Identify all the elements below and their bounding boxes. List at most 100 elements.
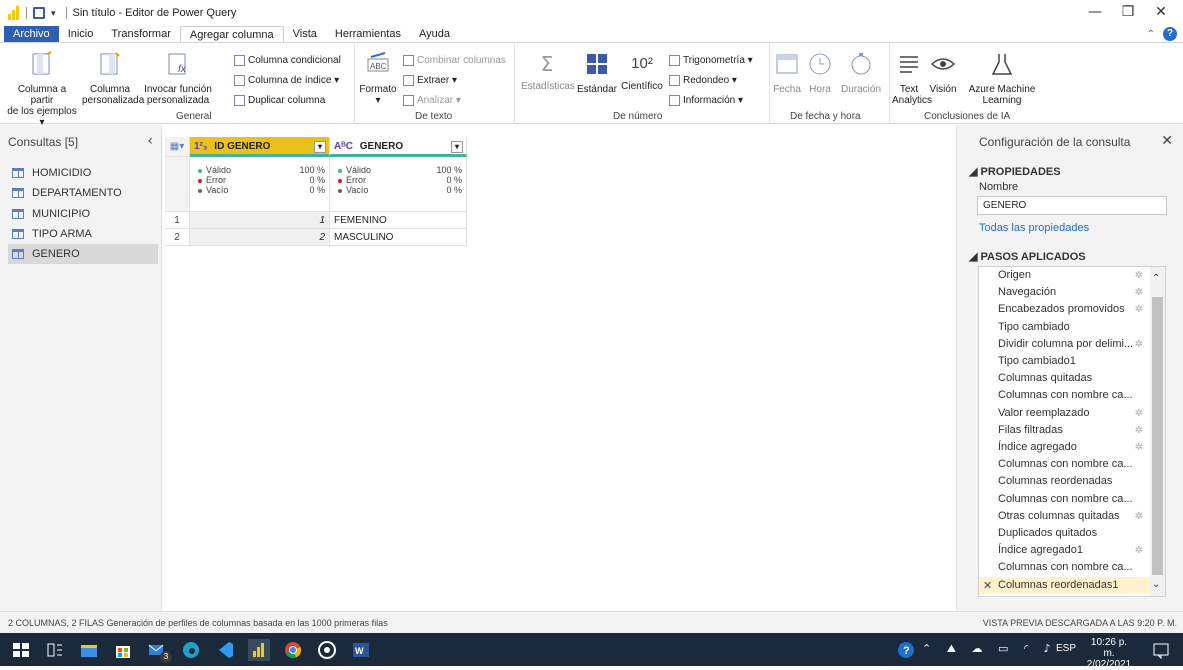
tab-archivo[interactable]: Archivo <box>4 26 59 42</box>
statistics-button[interactable]: Σ Estadísticas <box>521 51 575 92</box>
standard-button[interactable]: Estándar <box>575 51 619 95</box>
invoke-function-button[interactable]: fx Invocar función personalizada <box>142 51 214 106</box>
tab-vista[interactable]: Vista <box>284 26 326 42</box>
whatsapp-icon[interactable] <box>316 639 338 661</box>
tab-transformar[interactable]: Transformar <box>102 26 180 42</box>
number-type-icon[interactable]: 1²₃ <box>194 141 208 152</box>
windows-start-icon[interactable] <box>10 639 32 661</box>
collapse-ribbon-icon[interactable]: ⌃ <box>1147 29 1155 40</box>
query-name-input[interactable]: GENERO <box>977 196 1167 215</box>
step-settings-gear-icon[interactable]: ✲ <box>1135 301 1143 318</box>
applied-step[interactable]: Otras columnas quitadas ✲ <box>979 508 1151 525</box>
applied-step[interactable]: Duplicados quitados <box>979 525 1151 542</box>
store-icon[interactable] <box>112 639 134 661</box>
scroll-down-icon[interactable]: ⌄ <box>1152 579 1160 590</box>
scroll-up-icon[interactable]: ⌃ <box>1152 273 1160 284</box>
filter-dropdown-icon[interactable]: ▾ <box>451 141 463 153</box>
date-button[interactable]: Fecha <box>770 51 804 95</box>
applied-step[interactable]: Tipo cambiado1 <box>979 353 1151 370</box>
applied-step[interactable]: Columnas con nombre ca... <box>979 387 1151 404</box>
step-settings-gear-icon[interactable]: ✲ <box>1135 284 1143 301</box>
scrollbar-thumb[interactable] <box>1152 297 1163 575</box>
scientific-button[interactable]: 10² Científico <box>619 51 665 92</box>
duration-button[interactable]: Duración <box>836 51 886 95</box>
table-cell[interactable]: MASCULINO <box>330 229 467 246</box>
information-button[interactable]: Información ▾ <box>669 95 743 106</box>
applied-step[interactable]: Columnas con nombre ca... <box>979 456 1151 473</box>
all-properties-link[interactable]: Todas las propiedades <box>979 222 1089 234</box>
applied-step[interactable]: Columnas con nombre ca... <box>979 559 1151 576</box>
parse-button[interactable]: Analizar ▾ <box>403 95 461 106</box>
system-tray-icons[interactable]: ⌃ ⛰ ☁ ▭ ◜ ♪ <box>922 642 1057 656</box>
column-from-examples-button[interactable]: Columna a partir de los ejemplos ▾ <box>6 51 78 128</box>
table-menu-icon[interactable]: ▦▾ <box>165 137 190 157</box>
applied-step[interactable]: Tipo cambiado <box>979 319 1151 336</box>
task-view-icon[interactable] <box>44 639 66 661</box>
tab-inicio[interactable]: Inicio <box>59 26 103 42</box>
vscode-icon[interactable] <box>214 639 236 661</box>
quick-access-dropdown-icon[interactable]: ▾ <box>51 8 56 19</box>
applied-step[interactable]: Encabezados promovidos ✲ <box>979 301 1151 318</box>
tab-agregar-columna[interactable]: Agregar columna <box>179 26 284 42</box>
properties-section-header[interactable]: ◢ PROPIEDADES <box>969 165 1061 178</box>
applied-step[interactable]: Índice agregado ✲ <box>979 439 1151 456</box>
applied-step[interactable]: Dividir columna por delimi... ✲ <box>979 336 1151 353</box>
column-header-genero[interactable]: AᴮC GENERO ▾ <box>330 137 467 157</box>
clock[interactable]: 10:26 p. m. 2/02/2021 <box>1084 637 1134 670</box>
power-bi-icon[interactable] <box>248 639 270 661</box>
row-number[interactable]: 2 <box>165 229 190 246</box>
custom-column-button[interactable]: Columna personalizada <box>82 51 144 106</box>
table-cell[interactable]: FEMENINO <box>330 212 467 229</box>
step-settings-gear-icon[interactable]: ✲ <box>1135 422 1143 439</box>
text-type-icon[interactable]: AᴮC <box>334 141 353 152</box>
filter-dropdown-icon[interactable]: ▾ <box>314 141 326 153</box>
query-item-departamento[interactable]: DEPARTAMENTO <box>10 183 158 203</box>
step-settings-gear-icon[interactable]: ✲ <box>1135 405 1143 422</box>
close-icon[interactable]: ✕ <box>1161 133 1173 149</box>
text-analytics-button[interactable]: Text Analytics <box>892 51 932 106</box>
step-settings-gear-icon[interactable]: ✲ <box>1135 439 1143 456</box>
query-item-genero[interactable]: GENERO <box>8 244 158 264</box>
tab-herramientas[interactable]: Herramientas <box>326 26 410 42</box>
minimize-button[interactable]: — <box>1080 4 1110 20</box>
edge-icon[interactable] <box>180 639 202 661</box>
applied-step[interactable]: Filas filtradas ✲ <box>979 422 1151 439</box>
duplicate-column-button[interactable]: Duplicar columna <box>234 95 325 106</box>
rounding-button[interactable]: Redondeo ▾ <box>669 75 737 86</box>
time-button[interactable]: Hora <box>804 51 836 95</box>
file-explorer-icon[interactable] <box>78 639 100 661</box>
index-column-button[interactable]: Columna de índice ▾ <box>234 75 339 86</box>
collapse-panel-icon[interactable]: ‹ <box>147 133 153 149</box>
query-item-homicidio[interactable]: HOMICIDIO <box>10 163 158 183</box>
vision-button[interactable]: Visión <box>926 51 960 95</box>
step-settings-gear-icon[interactable]: ✲ <box>1135 336 1143 353</box>
tab-ayuda[interactable]: Ayuda <box>410 26 459 42</box>
close-button[interactable]: ✕ <box>1146 4 1176 20</box>
word-icon[interactable]: W <box>350 639 372 661</box>
table-cell[interactable]: 1 <box>190 212 330 229</box>
step-settings-gear-icon[interactable]: ✲ <box>1135 508 1143 525</box>
trigonometry-button[interactable]: Trigonometría ▾ <box>669 55 753 66</box>
save-icon[interactable] <box>33 7 45 19</box>
applied-steps-section-header[interactable]: ◢ PASOS APLICADOS <box>969 250 1086 263</box>
step-settings-gear-icon[interactable]: ✲ <box>1135 267 1143 284</box>
applied-step[interactable]: Origen ✲ <box>979 267 1151 284</box>
restore-button[interactable]: ❐ <box>1113 4 1143 20</box>
extract-button[interactable]: Extraer ▾ <box>403 75 457 86</box>
query-item-municipio[interactable]: MUNICIPIO <box>10 204 158 224</box>
azure-ml-button[interactable]: Azure Machine Learning <box>962 51 1042 106</box>
format-button[interactable]: ABC Formato ▾ <box>359 51 397 106</box>
applied-step[interactable]: Valor reemplazado ✲ <box>979 405 1151 422</box>
applied-step[interactable]: Navegación ✲ <box>979 284 1151 301</box>
column-header-id-genero[interactable]: 1²₃ ID GENERO ▾ <box>190 137 330 157</box>
applied-step[interactable]: Índice agregado1 ✲ <box>979 542 1151 559</box>
query-item-tipo-arma[interactable]: TIPO ARMA <box>10 224 158 244</box>
conditional-column-button[interactable]: Columna condicional <box>234 55 341 66</box>
help-circle-icon[interactable]: ? <box>895 639 917 661</box>
delete-step-icon[interactable]: ✕ <box>983 577 992 594</box>
chrome-icon[interactable] <box>282 639 304 661</box>
row-number[interactable]: 1 <box>165 212 190 229</box>
merge-columns-button[interactable]: Combinar columnas <box>403 55 506 66</box>
applied-step[interactable]: Columnas con nombre ca... <box>979 491 1151 508</box>
applied-step[interactable]: ✕ Columnas reordenadas1 <box>979 576 1151 594</box>
